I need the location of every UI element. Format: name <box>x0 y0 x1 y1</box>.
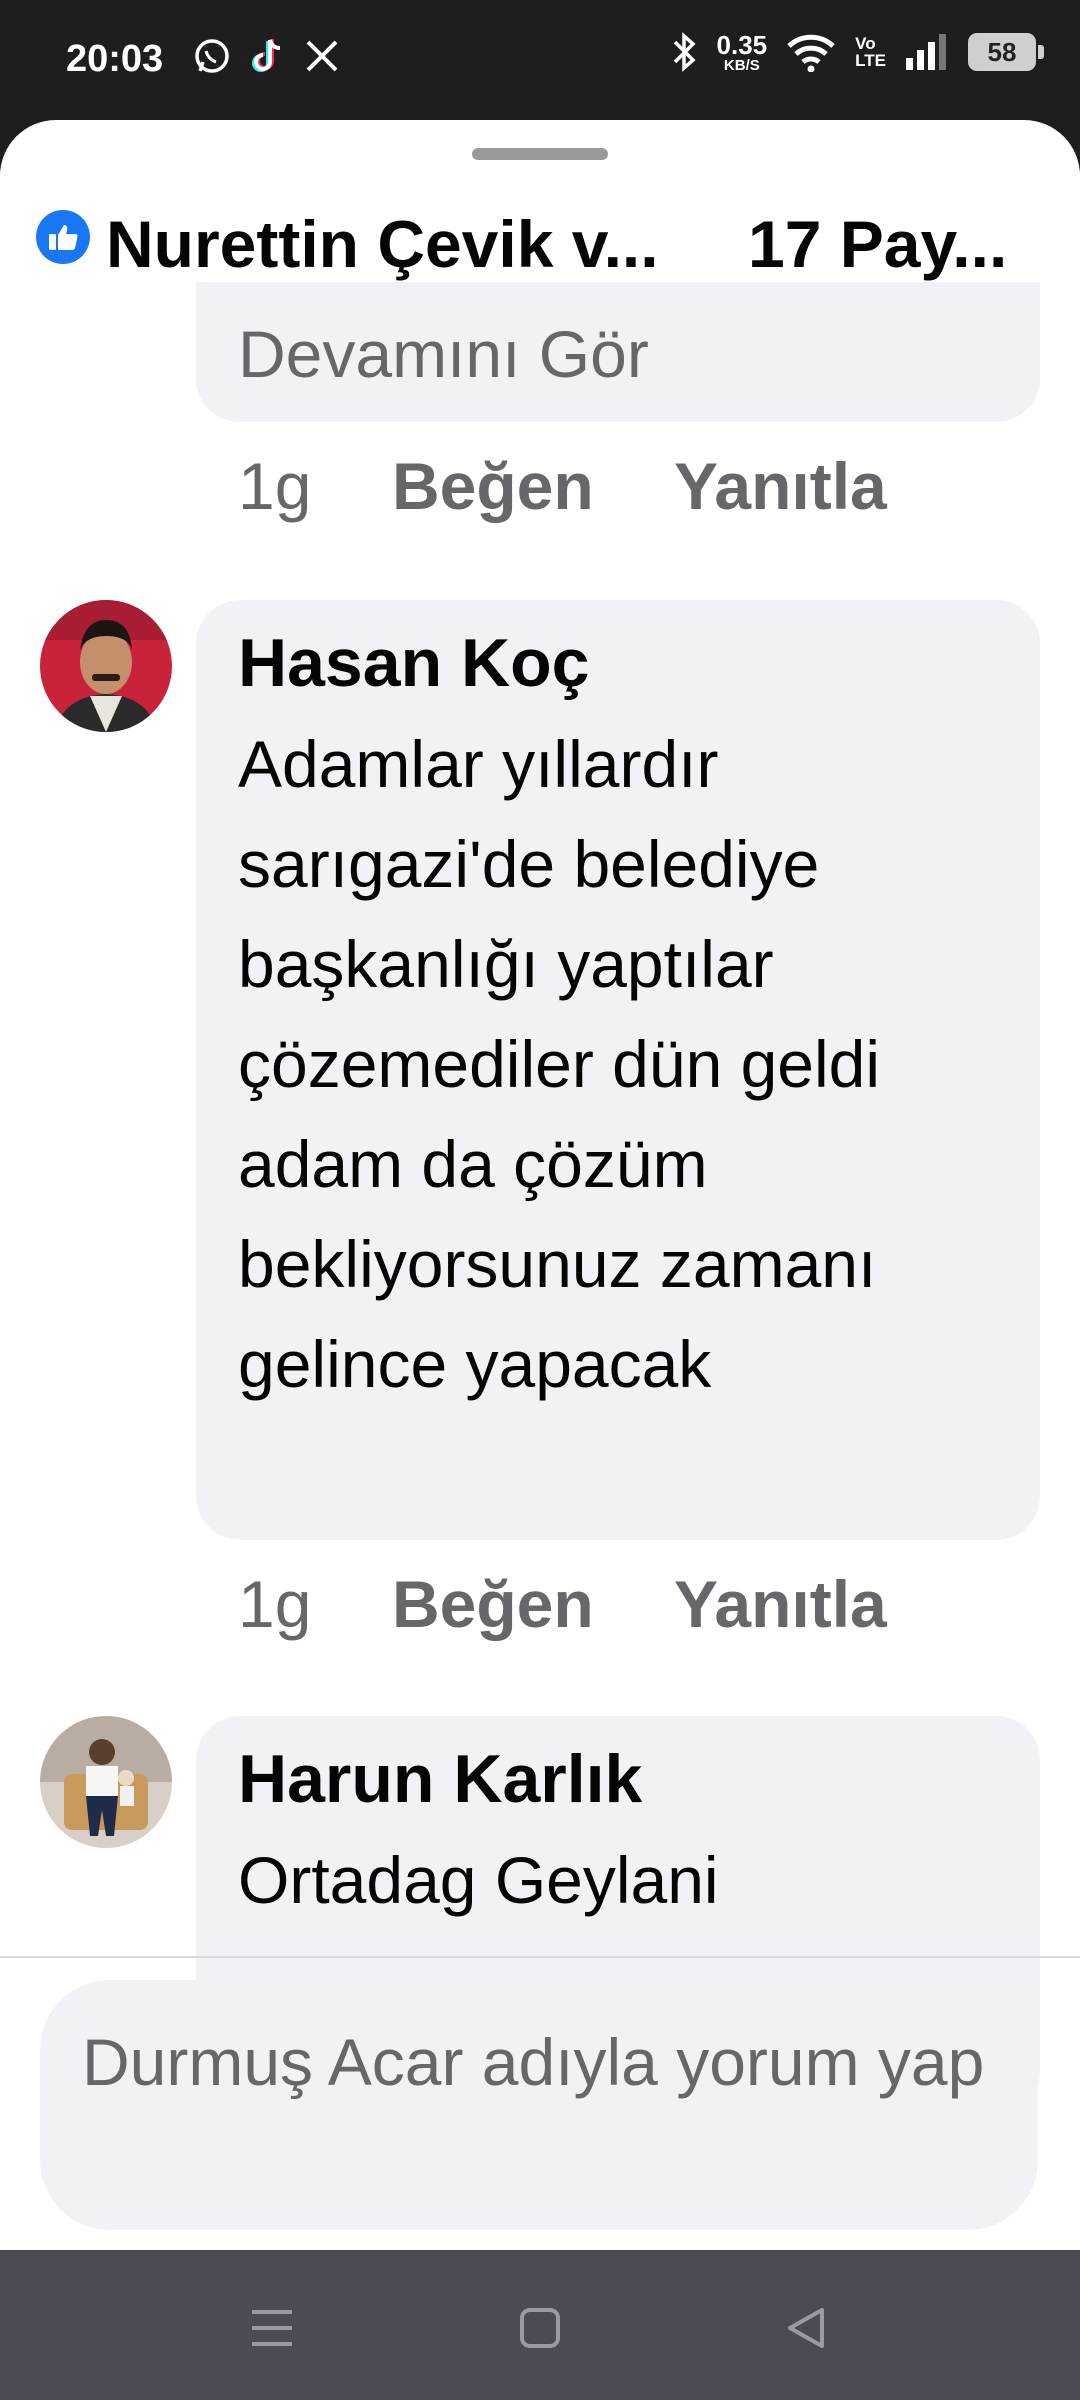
back-button[interactable] <box>776 2298 836 2358</box>
whatsapp-icon <box>195 39 229 73</box>
system-icons: 0.35 KB/S Vo LTE 58 <box>671 29 1044 74</box>
home-icon <box>520 2308 560 2348</box>
volte-indicator: Vo LTE <box>855 34 886 70</box>
comments-sheet: Devamını Gör 1g Beğen Yanıtla Nurettin Ç… <box>0 120 1080 2250</box>
like-button[interactable]: Beğen <box>392 1566 594 1642</box>
wifi-icon <box>787 34 835 72</box>
composer-divider <box>0 1956 1080 1958</box>
comment-text: Ortadag Geylani <box>238 1843 719 1917</box>
comment-time: 1g <box>238 1567 312 1641</box>
bluetooth-icon <box>673 32 696 72</box>
system-navigation-bar <box>0 2250 1080 2400</box>
see-more-link[interactable]: Devamını Gör <box>238 316 649 392</box>
avatar[interactable] <box>40 600 172 732</box>
tiktok-icon <box>252 39 281 72</box>
x-icon <box>306 40 338 72</box>
status-bar: 20:03 0.35 KB/S Vo LTE 58 <box>0 0 1080 120</box>
profile-photo <box>40 1716 172 1848</box>
reactions-title[interactable]: Nurettin Çevik v... <box>106 206 659 282</box>
thumbs-up-icon <box>49 225 78 250</box>
home-button[interactable] <box>510 2298 570 2358</box>
status-time: 20:03 <box>66 38 164 80</box>
reply-button[interactable]: Yanıtla <box>674 1566 887 1642</box>
network-speed: 0.35 KB/S <box>716 29 768 74</box>
shares-count[interactable]: 17 Pay... <box>748 206 1007 282</box>
comment-time: 1g <box>238 449 312 523</box>
comment-author[interactable]: Harun Karlık <box>238 1740 642 1818</box>
notification-icons <box>192 36 340 76</box>
comment-text: Adamlar yıllardır sarıgazi'de belediye b… <box>238 727 881 1401</box>
comment-author[interactable]: Hasan Koç <box>238 624 589 702</box>
avatar[interactable] <box>40 1716 172 1848</box>
sheet-drag-handle[interactable] <box>472 148 608 160</box>
signal-icon <box>906 34 946 70</box>
profile-photo <box>40 600 172 732</box>
comment-input[interactable]: Durmuş Acar adıyla yorum yap <box>40 1980 1038 2230</box>
back-icon <box>788 2308 824 2348</box>
reply-button[interactable]: Yanıtla <box>674 448 887 524</box>
battery-icon: 58 <box>968 33 1044 71</box>
menu-icon <box>252 2310 292 2346</box>
like-reaction-icon[interactable] <box>36 210 90 264</box>
menu-button[interactable] <box>242 2298 302 2358</box>
comment-input-placeholder: Durmuş Acar adıyla yorum yap <box>82 2025 985 2099</box>
like-button[interactable]: Beğen <box>392 448 594 524</box>
sheet-header: Nurettin Çevik v... 17 Pay... <box>0 170 1080 282</box>
comment-bubble: Hasan Koç Adamlar yıllardır sarıgazi'de … <box>196 600 1040 1540</box>
